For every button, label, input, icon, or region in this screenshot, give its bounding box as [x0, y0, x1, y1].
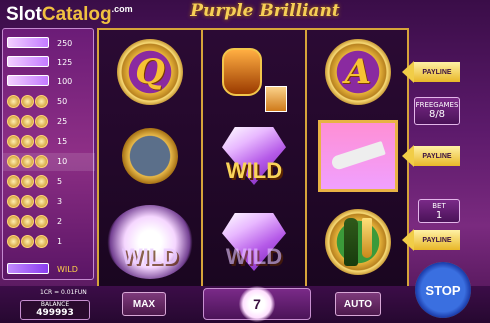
paytable: 250 125 100 50 25 15 10 5 3 2 1 WILD — [2, 28, 95, 280]
coin-icon — [7, 95, 53, 109]
paytable-row: 100 — [3, 73, 95, 91]
paytable-value: 1 — [57, 237, 63, 246]
game-title: Purple Brilliant — [190, 1, 340, 21]
wild-label: WILD — [225, 244, 283, 269]
balance-value: 499993 — [36, 308, 74, 318]
win-burst-icon: 7 — [239, 286, 275, 322]
stop-button[interactable]: STOP — [415, 262, 471, 318]
max-bet-button[interactable]: MAX — [122, 292, 166, 316]
paytable-value: 125 — [57, 58, 73, 67]
paytable-value: 25 — [57, 117, 68, 126]
coin-icon — [7, 215, 53, 229]
paytable-value: 3 — [57, 197, 63, 206]
paytable-row: 3 — [3, 193, 95, 211]
wild-glow-symbol: WILD — [105, 202, 195, 282]
watch-symbol — [105, 116, 195, 196]
paytable-row: 15 — [3, 133, 95, 151]
wild-gem-icon — [7, 263, 53, 277]
paytable-row: 2 — [3, 213, 95, 231]
bet-display: BET 1 — [418, 199, 460, 223]
balance-display: BALANCE 499993 — [20, 300, 90, 320]
paytable-value: 15 — [57, 137, 68, 146]
paytable-value: 100 — [57, 77, 73, 86]
payline-label: PAYLINE — [414, 62, 460, 82]
paytable-value: WILD — [57, 265, 78, 274]
paytable-value: 250 — [57, 39, 73, 48]
jet-symbol — [313, 116, 403, 196]
paytable-row: WILD — [3, 261, 95, 279]
champagne-bottle-icon — [344, 218, 358, 266]
letter-q-symbol: Q — [105, 32, 195, 112]
paytable-row: 25 — [3, 113, 95, 131]
coin-icon — [7, 175, 53, 189]
cognac-bottle-icon — [221, 48, 262, 96]
reel-3: A — [307, 30, 409, 287]
bet-label: BET — [432, 202, 446, 210]
auto-spin-button[interactable]: AUTO — [335, 292, 381, 316]
coin-icon — [7, 195, 53, 209]
champagne-glass-icon — [362, 218, 372, 258]
win-display: 7 — [203, 286, 311, 322]
watch-icon — [114, 120, 186, 192]
arrow-left-icon — [402, 61, 414, 83]
payline-label: PAYLINE — [414, 230, 460, 250]
denomination-text: 1CR = 0.01FUN — [40, 289, 87, 296]
site-logo: SlotCatalog.com — [6, 4, 133, 26]
freegames-label: FREEGAMES — [415, 101, 459, 109]
freegames-value: 8/8 — [428, 109, 446, 120]
paytable-row: 125 — [3, 54, 95, 72]
reel-1: Q WILD — [99, 30, 201, 287]
purple-bar-icon — [7, 37, 53, 51]
logo-text-catalog: Catalog — [41, 4, 112, 25]
payline-label: PAYLINE — [414, 146, 460, 166]
paytable-value: 2 — [57, 217, 63, 226]
win-value: 7 — [253, 296, 261, 312]
paytable-row: 50 — [3, 93, 95, 111]
payline-indicator-top[interactable]: PAYLINE — [402, 61, 460, 83]
bet-value: 1 — [435, 210, 443, 221]
paytable-row: 5 — [3, 173, 95, 191]
paytable-row: 250 — [3, 35, 95, 53]
logo-text-slot: Slot — [6, 4, 42, 25]
champagne-symbol — [313, 202, 403, 282]
paytable-value: 5 — [57, 177, 63, 186]
freegames-counter: FREEGAMES 8/8 — [414, 97, 460, 125]
coin-icon — [7, 155, 53, 169]
paytable-value: 50 — [57, 97, 68, 106]
jet-icon — [330, 140, 386, 172]
wild-glow-symbol: WILD — [209, 202, 299, 282]
paytable-row: 1 — [3, 233, 95, 251]
cognac-symbol — [209, 32, 299, 112]
wild-diamond-symbol: WILD — [209, 116, 299, 196]
wild-label: WILD — [225, 158, 283, 183]
payline-indicator-bottom[interactable]: PAYLINE — [402, 229, 460, 251]
arrow-left-icon — [402, 145, 414, 167]
purple-bar-icon — [7, 75, 53, 89]
reels-area: Q WILD WILD WILD A — [97, 28, 409, 289]
wild-label: WILD — [121, 244, 179, 269]
reel-2: WILD WILD — [203, 30, 305, 287]
coin-icon — [7, 135, 53, 149]
arrow-left-icon — [402, 229, 414, 251]
coin-icon — [7, 235, 53, 249]
coin-icon — [7, 115, 53, 129]
paytable-value: 10 — [57, 157, 68, 166]
logo-text-com: .com — [111, 4, 133, 14]
letter-a-symbol: A — [313, 32, 403, 112]
purple-bar-icon — [7, 56, 53, 70]
payline-indicator-middle[interactable]: PAYLINE — [402, 145, 460, 167]
tumbler-glass-icon — [264, 86, 287, 112]
paytable-row: 10 — [3, 153, 95, 171]
